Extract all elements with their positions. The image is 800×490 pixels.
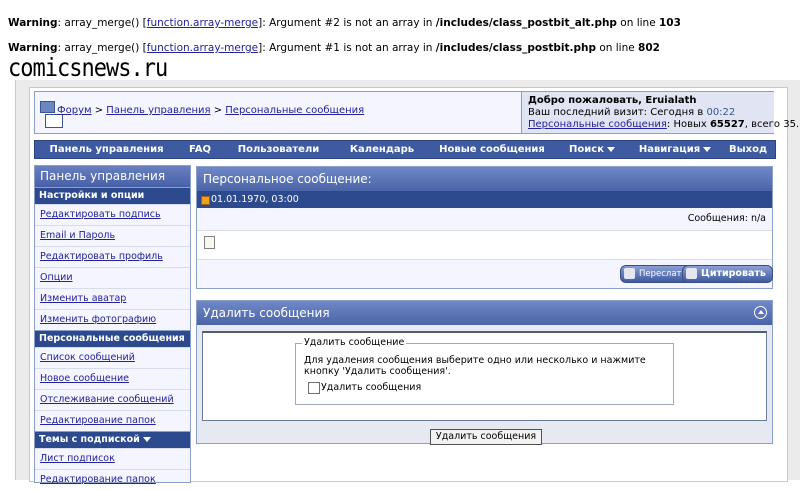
- sidebar-item[interactable]: Редактирование папок: [35, 410, 190, 431]
- breadcrumb: Форум > Панель управления > Персональные…: [57, 105, 365, 116]
- warning-link-1[interactable]: function.array-merge: [147, 17, 258, 29]
- usercp-sidebar: Панель управления Настройки и опции Реда…: [34, 165, 191, 485]
- quote-button[interactable]: Цитировать: [682, 265, 773, 283]
- site-logo[interactable]: comicsnews.ru: [8, 54, 168, 83]
- menu-calendar[interactable]: Календарь: [335, 141, 429, 158]
- sidebar-section-subscriptions[interactable]: Темы с подпиской: [35, 431, 190, 448]
- menu-logout[interactable]: Выход: [721, 141, 775, 158]
- last-visit: Ваш последний визит: Сегодня в 00:22: [528, 107, 736, 118]
- menu-search[interactable]: Поиск: [555, 141, 629, 158]
- pm-title: Персональное сообщение:: [197, 167, 772, 191]
- sidebar-section-pm[interactable]: Персональные сообщения: [35, 330, 190, 357]
- menu-new-posts[interactable]: Новые сообщения: [429, 141, 555, 158]
- quote-icon: [686, 268, 697, 279]
- pm-post-count: Сообщения: n/a: [197, 208, 772, 231]
- navbar-top: Форум > Панель управления > Персональные…: [34, 91, 799, 134]
- pm-status: Персональные сообщения: Новых 65527, все…: [528, 119, 800, 130]
- delete-title: Удалить сообщения: [197, 301, 772, 325]
- menu-usercp[interactable]: Панель управления: [35, 141, 178, 158]
- delete-panel: Удалить сообщения Удалить сообщение Для …: [196, 300, 773, 444]
- sidebar-item[interactable]: Редактировать подпись: [35, 204, 190, 225]
- sidebar-section-settings[interactable]: Настройки и опции: [35, 187, 190, 204]
- delete-checkbox[interactable]: [308, 382, 320, 394]
- chevron-down-icon: [703, 146, 712, 152]
- chevron-down-icon: [142, 437, 151, 442]
- pm-link[interactable]: Персональные сообщения: [528, 119, 667, 130]
- delete-messages-button[interactable]: Удалить сообщения: [430, 429, 542, 445]
- php-warning-2: Warning: array_merge() [function.array-m…: [8, 42, 660, 54]
- welcome-text: Добро пожаловать, Eruialath: [528, 95, 697, 106]
- folder-up-icon[interactable]: [45, 114, 63, 128]
- forward-icon: [624, 268, 635, 279]
- delete-form: Удалить сообщение Для удаления сообщения…: [202, 331, 767, 421]
- sidebar-item[interactable]: Список сообщений: [35, 347, 190, 368]
- page-frame: Форум > Панель управления > Персональные…: [15, 80, 800, 485]
- welcome-box: Добро пожаловать, Eruialath Ваш последни…: [521, 92, 799, 133]
- pm-view-panel: Персональное сообщение: 01.01.1970, 03:0…: [196, 166, 773, 289]
- sidebar-title: Панель управления: [35, 166, 190, 187]
- sidebar-item[interactable]: Отслеживание сообщений: [35, 389, 190, 410]
- php-warning-1: Warning: array_merge() [function.array-m…: [8, 17, 681, 29]
- pm-body: [197, 231, 772, 260]
- delete-instructions: Для удаления сообщения выберите одно или…: [304, 355, 646, 377]
- breadcrumb-forum[interactable]: Форум: [57, 105, 92, 116]
- document-icon: [204, 236, 215, 249]
- main-menu: Панель управления FAQ Пользователи Кален…: [34, 140, 776, 159]
- menu-faq[interactable]: FAQ: [178, 141, 222, 158]
- warning-link-2[interactable]: function.array-merge: [147, 42, 258, 54]
- sidebar-item[interactable]: Изменить фотографию: [35, 309, 190, 330]
- post-icon: [201, 196, 210, 205]
- sidebar-item[interactable]: Изменить аватар: [35, 288, 190, 309]
- chevron-down-icon: [606, 146, 615, 152]
- pm-date-bar: 01.01.1970, 03:00: [197, 191, 772, 208]
- forum-container: Форум > Панель управления > Персональные…: [29, 87, 799, 485]
- breadcrumb-area: Форум > Панель управления > Персональные…: [37, 94, 520, 131]
- collapse-icon[interactable]: [754, 306, 767, 319]
- sidebar-item[interactable]: Опции: [35, 267, 190, 288]
- sidebar-item[interactable]: Редактировать профиль: [35, 246, 190, 267]
- fieldset-legend: Удалить сообщение: [302, 337, 407, 348]
- menu-navigation[interactable]: Навигация: [629, 141, 721, 158]
- menu-members[interactable]: Пользователи: [222, 141, 335, 158]
- pm-actions: Переслать Цитировать: [197, 260, 773, 288]
- delete-fieldset: Удалить сообщение Для удаления сообщения…: [295, 337, 674, 405]
- delete-checkbox-label[interactable]: Удалить сообщения: [321, 382, 421, 393]
- sidebar-item[interactable]: Email и Пароль: [35, 225, 190, 246]
- forum-home-icon[interactable]: [40, 101, 55, 113]
- breadcrumb-usercp[interactable]: Панель управления: [106, 105, 210, 116]
- sidebar-item[interactable]: Новое сообщение: [35, 368, 190, 389]
- breadcrumb-pm[interactable]: Персональные сообщения: [225, 105, 364, 116]
- sidebar-item[interactable]: Лист подписок: [35, 448, 190, 469]
